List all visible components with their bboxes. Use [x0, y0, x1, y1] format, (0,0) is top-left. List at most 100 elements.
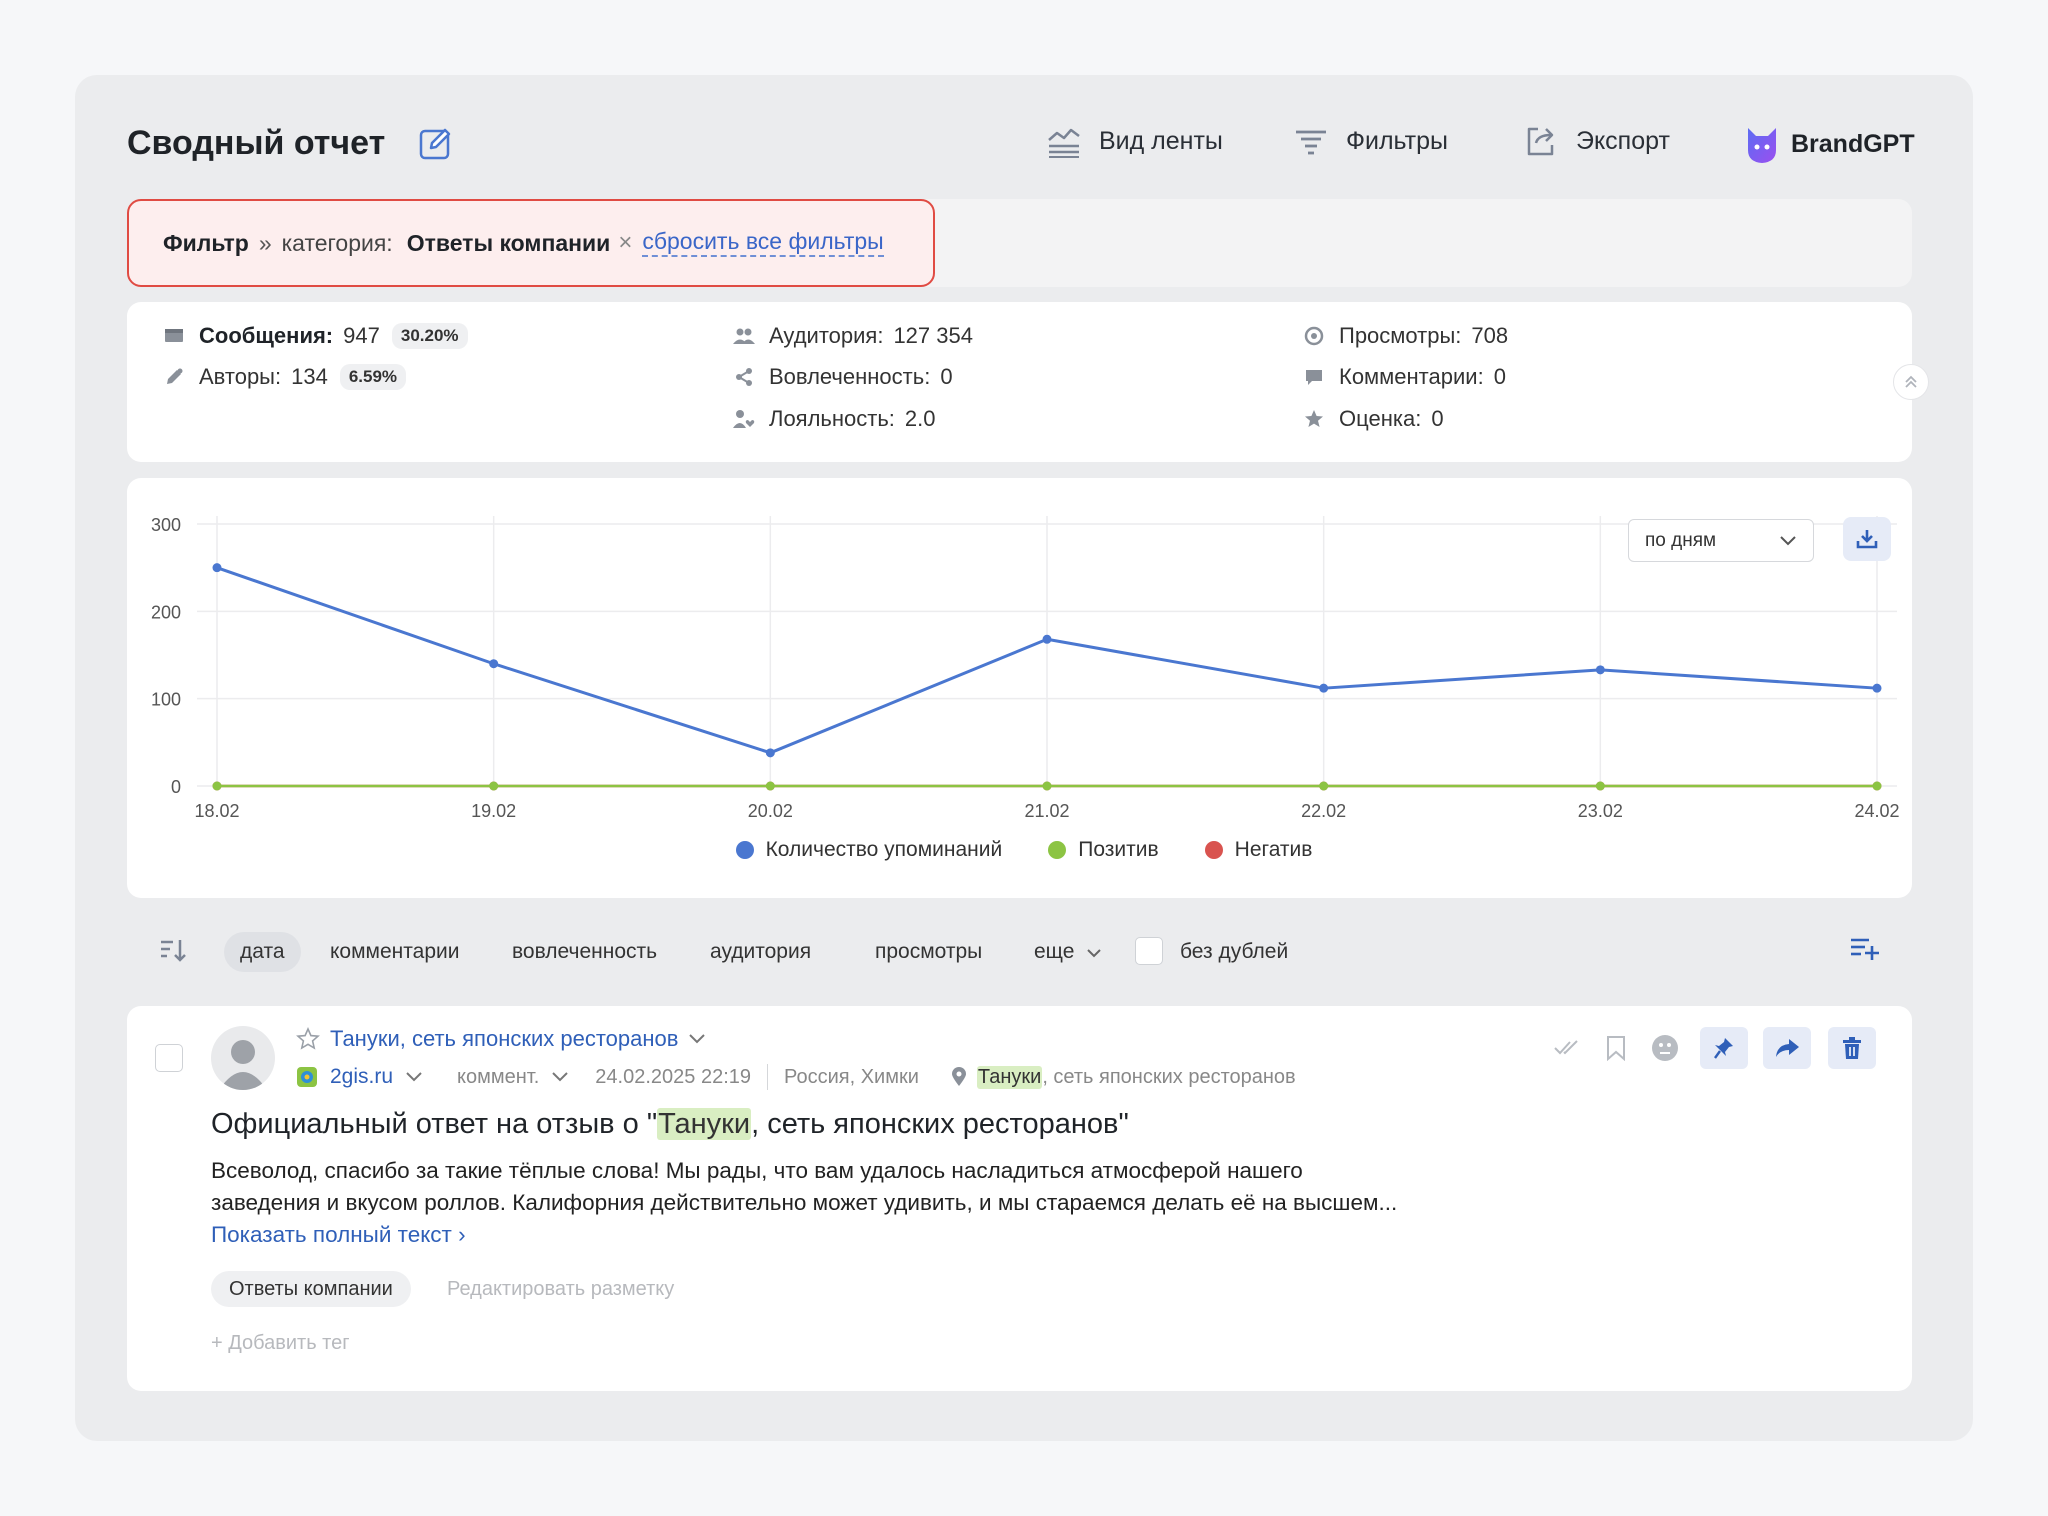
- tag-chip[interactable]: Ответы компании: [211, 1271, 411, 1307]
- edit-markup-link[interactable]: Редактировать разметку: [447, 1271, 674, 1307]
- show-full-text-link[interactable]: Показать полный текст ›: [211, 1222, 466, 1247]
- 2gis-logo-icon: [297, 1067, 317, 1087]
- pin-icon: [1714, 1038, 1733, 1059]
- download-icon: [1856, 530, 1878, 549]
- message-datetime: 24.02.2025 22:19: [595, 1065, 751, 1088]
- y-tick-label: 200: [151, 602, 181, 622]
- stat-authors: Авторы: 134 6.59%: [163, 364, 407, 390]
- feed-view-label: Вид ленты: [1099, 126, 1223, 155]
- legend-dot: [735, 841, 754, 859]
- sort-option-engagement[interactable]: вовлеченность: [496, 932, 673, 972]
- stat-views: Просмотры: 708: [1303, 323, 1508, 349]
- user-silhouette-icon: [219, 1040, 267, 1090]
- stat-engagement: Вовлеченность: 0: [733, 364, 953, 390]
- download-chart-button[interactable]: [1843, 517, 1891, 561]
- share-icon: [733, 366, 755, 388]
- chevron-down-icon[interactable]: [551, 1071, 569, 1083]
- filter-label: Фильтр: [163, 229, 249, 256]
- y-tick-label: 0: [171, 777, 181, 797]
- brandgpt-button[interactable]: BrandGPT: [1745, 124, 1915, 164]
- place-rest: , сеть японских ресторанов: [1042, 1065, 1296, 1088]
- message-title[interactable]: Официальный ответ на отзыв о "Тануки, се…: [211, 1108, 1129, 1141]
- message-title-highlight: Тануки: [657, 1108, 752, 1140]
- legend-label: Негатив: [1234, 838, 1313, 861]
- delete-button[interactable]: [1828, 1027, 1876, 1069]
- data-point: [765, 748, 775, 758]
- author-link[interactable]: Тануки, сеть японских ресторанов: [330, 1026, 678, 1052]
- messages-percent-badge: 30.20%: [391, 323, 468, 349]
- chevron-down-icon: [1780, 535, 1796, 545]
- collapse-stats-button[interactable]: [1893, 364, 1929, 400]
- chevron-down-icon[interactable]: [405, 1071, 423, 1083]
- data-point: [1042, 634, 1052, 644]
- data-point: [1872, 683, 1882, 693]
- data-point: [1042, 781, 1052, 791]
- active-filter: Фильтр » категория: Ответы компании × сб…: [127, 199, 935, 287]
- edit-title-icon[interactable]: [418, 126, 454, 162]
- map-pin-icon: [951, 1067, 966, 1086]
- reset-filters-link[interactable]: сбросить все фильтры: [642, 229, 884, 257]
- legend-label: Позитив: [1078, 838, 1159, 861]
- sort-option-views[interactable]: просмотры: [859, 932, 998, 972]
- data-point: [212, 781, 222, 791]
- stat-comments: Комментарии: 0: [1303, 364, 1506, 390]
- filter-category-value: Ответы компании: [406, 229, 611, 256]
- legend-item-mentions[interactable]: Количество упоминаний: [735, 838, 1003, 862]
- export-button[interactable]: Экспорт: [1524, 124, 1670, 158]
- chevron-down-icon[interactable]: [688, 1033, 706, 1045]
- data-point: [1319, 683, 1329, 693]
- data-point: [1319, 781, 1329, 791]
- double-check-icon: [1554, 1040, 1578, 1055]
- legend-dot: [1204, 841, 1223, 859]
- sort-option-comments[interactable]: комментарии: [314, 932, 475, 972]
- filters-button[interactable]: Фильтры: [1294, 124, 1448, 158]
- stat-audience: Аудитория: 127 354: [733, 323, 973, 349]
- message-select-checkbox[interactable]: [155, 1044, 183, 1072]
- x-tick-label: 24.02: [1854, 801, 1899, 821]
- authors-icon: [163, 366, 185, 388]
- sort-option-audience[interactable]: аудитория: [694, 932, 827, 972]
- sort-icon[interactable]: [159, 938, 187, 964]
- data-point: [1872, 781, 1882, 791]
- data-point: [489, 659, 499, 669]
- neutral-face-icon: [1652, 1035, 1678, 1061]
- x-tick-label: 18.02: [194, 801, 239, 821]
- x-tick-label: 20.02: [748, 801, 793, 821]
- authors-percent-badge: 6.59%: [339, 364, 407, 390]
- legend-label: Количество упоминаний: [765, 838, 1003, 861]
- remove-filter-icon[interactable]: ×: [618, 229, 632, 257]
- stat-messages: Сообщения: 947 30.20%: [163, 323, 468, 349]
- sentiment-button[interactable]: [1641, 1027, 1689, 1069]
- mark-read-button[interactable]: [1543, 1027, 1591, 1069]
- export-icon: [1527, 127, 1554, 156]
- author-avatar[interactable]: [211, 1026, 275, 1090]
- sort-option-more[interactable]: еще: [1018, 932, 1118, 972]
- add-tag-link[interactable]: + Добавить тег: [211, 1326, 350, 1360]
- stat-loyalty: Лояльность: 2.0: [733, 406, 936, 432]
- audience-icon: [733, 325, 755, 347]
- add-column-icon[interactable]: [1849, 936, 1879, 962]
- feed-view-button[interactable]: Вид ленты: [1047, 124, 1223, 158]
- comment-icon: [1303, 366, 1325, 388]
- forward-button[interactable]: [1763, 1027, 1811, 1069]
- sort-option-date[interactable]: дата: [224, 932, 301, 972]
- favorite-star-icon[interactable]: [296, 1027, 320, 1051]
- bookmark-button[interactable]: [1592, 1027, 1640, 1069]
- source-link[interactable]: 2gis.ru: [330, 1065, 393, 1089]
- bookmark-icon: [1607, 1036, 1625, 1061]
- no-duplicates-checkbox[interactable]: [1135, 937, 1163, 965]
- data-point: [489, 781, 499, 791]
- legend-item-negative[interactable]: Негатив: [1204, 838, 1313, 862]
- brandgpt-logo-icon: [1748, 128, 1776, 163]
- legend-dot: [1048, 841, 1067, 859]
- filters-label: Фильтры: [1346, 126, 1448, 155]
- x-tick-label: 23.02: [1578, 801, 1623, 821]
- message-title-prefix: Официальный ответ на отзыв о ": [211, 1108, 658, 1140]
- period-select[interactable]: по дням: [1628, 519, 1814, 562]
- message-body: Всеволод, спасибо за такие тёплые слова!…: [211, 1155, 1411, 1251]
- chevrons-up-icon: [1905, 375, 1917, 388]
- legend-item-positive[interactable]: Позитив: [1048, 838, 1159, 862]
- filter-icon: [1296, 130, 1326, 155]
- y-tick-label: 100: [151, 690, 181, 710]
- pin-button[interactable]: [1700, 1027, 1748, 1069]
